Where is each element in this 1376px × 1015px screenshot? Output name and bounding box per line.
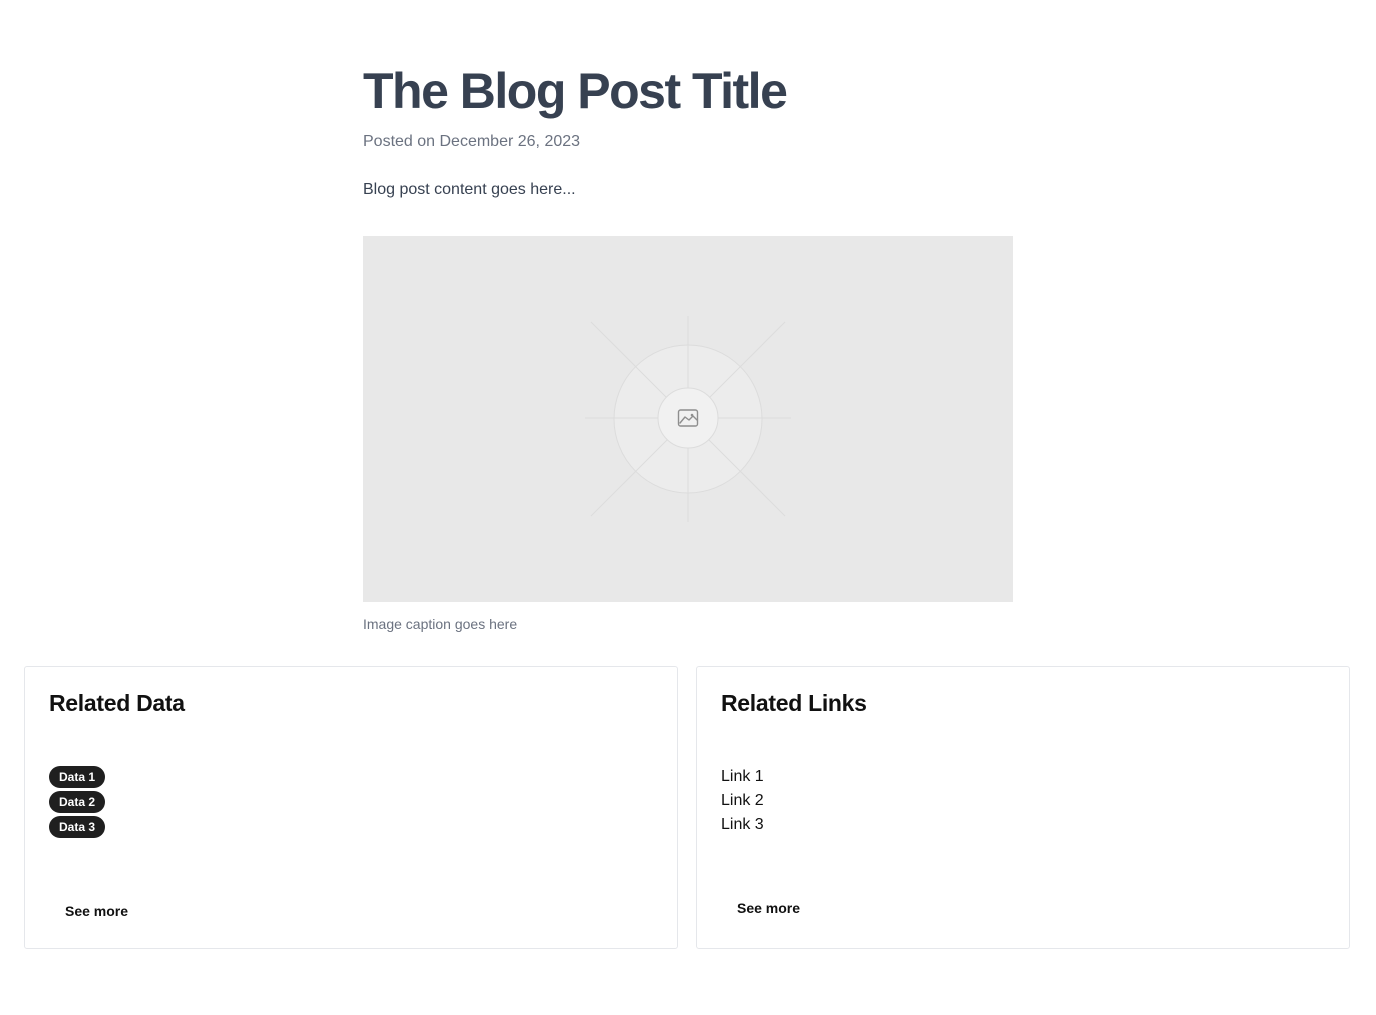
image-placeholder-graphic bbox=[585, 316, 791, 522]
data-badge[interactable]: Data 3 bbox=[49, 816, 106, 838]
post-content: Blog post content goes here... bbox=[363, 181, 576, 198]
post-date: Posted on December 26, 2023 bbox=[363, 133, 581, 150]
post-image-placeholder bbox=[363, 236, 1013, 602]
related-link-1[interactable]: Link 1 bbox=[721, 765, 764, 789]
data-badge[interactable]: Data 2 bbox=[49, 791, 106, 813]
related-link-3[interactable]: Link 3 bbox=[721, 813, 764, 837]
image-caption: Image caption goes here bbox=[363, 616, 518, 632]
data-badge[interactable]: Data 1 bbox=[49, 766, 106, 788]
post-title: The Blog Post Title bbox=[363, 63, 788, 119]
related-link-2[interactable]: Link 2 bbox=[721, 789, 764, 813]
related-links-card: Related Links Link 1 Link 2 Link 3 See m… bbox=[696, 666, 1350, 949]
related-links-title: Related Links bbox=[721, 690, 867, 716]
related-data-see-more-button[interactable]: See more bbox=[49, 896, 144, 926]
data-badge-list: Data 1 Data 2 Data 3 bbox=[49, 766, 106, 841]
related-data-title: Related Data bbox=[49, 690, 185, 716]
related-links-see-more-button[interactable]: See more bbox=[721, 893, 816, 923]
related-links-list: Link 1 Link 2 Link 3 bbox=[721, 765, 764, 837]
related-data-card: Related Data Data 1 Data 2 Data 3 See mo… bbox=[24, 666, 678, 949]
